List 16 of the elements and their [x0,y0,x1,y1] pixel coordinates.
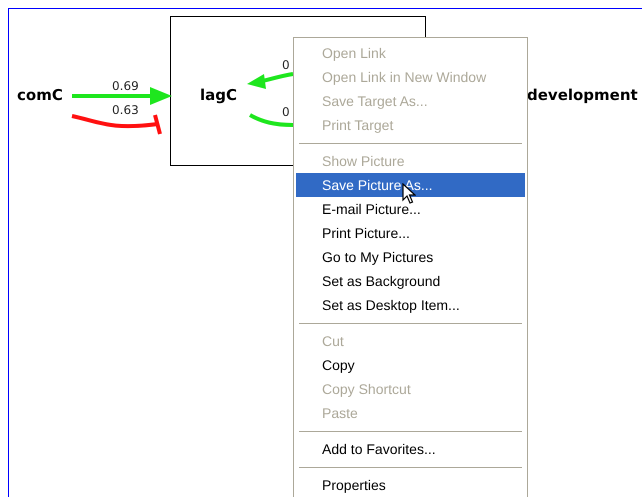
node-label: development [527,88,638,103]
menu-item[interactable]: Go to My Pictures [296,245,525,269]
edge-weight: 0.69 [112,80,139,92]
edge-weight: 0.63 [112,104,139,116]
activation-arrow [247,72,294,89]
menu-item[interactable]: Print Picture... [296,221,525,245]
menu-item[interactable]: Add to Favorites... [296,437,525,461]
edge-weight: 0 [282,59,290,71]
menu-item[interactable]: Set as Desktop Item... [296,293,525,317]
edge-weight: 0 [282,106,290,118]
menu-item[interactable]: Copy [296,353,525,377]
node-label: lagC [200,88,238,103]
menu-item[interactable]: Properties [296,473,525,497]
node-label: comC [17,88,63,103]
menu-item[interactable]: Set as Background [296,269,525,293]
menu-item[interactable]: E-mail Picture... [296,197,525,221]
